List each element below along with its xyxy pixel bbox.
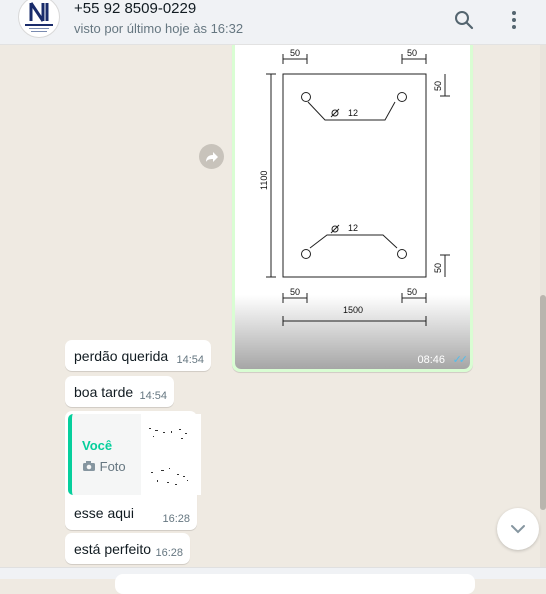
image-message[interactable]: 50 50 50 50 1100 12 12 50 50 1500 xyxy=(232,45,473,372)
message-list[interactable]: 50 50 50 50 1100 12 12 50 50 1500 xyxy=(0,45,540,567)
dim-right-top: 50 xyxy=(433,81,443,91)
quoted-type-label: Foto xyxy=(99,459,126,474)
message-input[interactable] xyxy=(115,574,475,594)
bar-label-bottom: 12 xyxy=(348,223,358,233)
quoted-message[interactable]: Você Foto xyxy=(68,414,201,495)
quoted-author: Você xyxy=(82,438,113,453)
double-check-read-icon: ✓✓ xyxy=(452,354,469,366)
message-time: 16:28 xyxy=(162,513,190,525)
message-time: 08:46 xyxy=(417,354,445,366)
scroll-down-button[interactable] xyxy=(497,508,539,550)
contact-avatar[interactable] xyxy=(18,0,60,38)
dim-top-right: 50 xyxy=(407,48,417,58)
forward-arrow-icon xyxy=(205,151,218,162)
message-text: esse aqui xyxy=(74,505,134,521)
drawing-thumbnail xyxy=(149,428,188,485)
last-seen-status: visto por último hoje às 16:32 xyxy=(74,21,244,36)
bar-label-top: 12 xyxy=(348,108,358,118)
reply-message-bubble[interactable]: Você Foto esse aqui 16:28 xyxy=(65,411,201,530)
camera-icon xyxy=(83,461,95,471)
chevron-down-icon xyxy=(511,525,525,534)
message-bubble[interactable]: está perfeito 16:28 xyxy=(65,533,190,564)
dim-right-bottom: 50 xyxy=(433,263,443,273)
search-icon[interactable] xyxy=(452,8,476,32)
message-bubble[interactable]: boa tarde 14:54 xyxy=(65,376,174,407)
scrollbar-thumb[interactable] xyxy=(540,295,546,510)
chat-header: +55 92 8509-0229 visto por último hoje à… xyxy=(0,0,546,45)
quoted-type: Foto xyxy=(82,459,126,474)
company-logo-avatar-icon xyxy=(25,2,53,32)
scrollbar[interactable] xyxy=(540,45,546,567)
message-text: está perfeito xyxy=(74,541,152,557)
technical-drawing: 50 50 50 50 1100 12 12 50 50 1500 xyxy=(235,45,470,369)
message-time: 14:54 xyxy=(139,390,167,402)
composer-bar xyxy=(0,567,546,594)
message-bubble[interactable]: perdão querida 14:54 xyxy=(65,340,211,371)
height-dimension: 1100 xyxy=(259,171,269,190)
message-text: boa tarde xyxy=(74,384,134,400)
forward-button[interactable] xyxy=(199,144,224,169)
kebab-menu-icon[interactable] xyxy=(502,8,526,32)
dim-top-left: 50 xyxy=(290,48,300,58)
contact-name[interactable]: +55 92 8509-0229 xyxy=(74,0,196,17)
technical-drawing-image[interactable]: 50 50 50 50 1100 12 12 50 50 1500 xyxy=(235,45,470,369)
message-text: perdão querida xyxy=(74,348,169,364)
quoted-image-thumbnail xyxy=(141,414,201,495)
message-time: 16:28 xyxy=(155,547,183,559)
message-time: 14:54 xyxy=(176,354,204,366)
